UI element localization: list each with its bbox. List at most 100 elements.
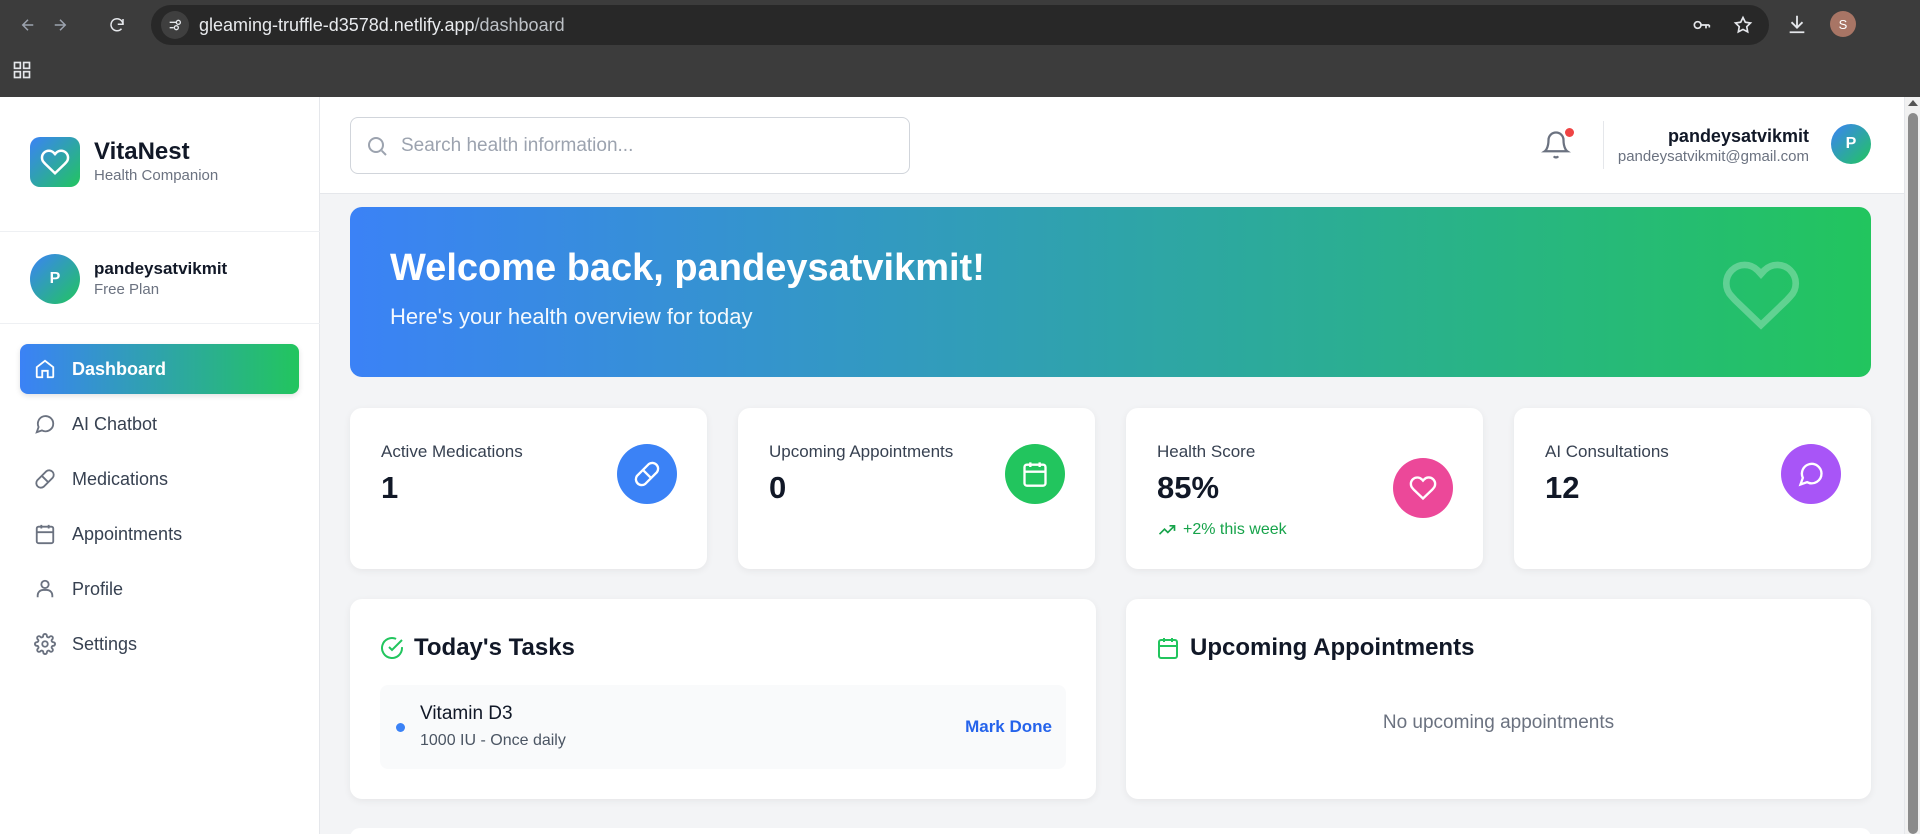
stat-label: Health Score (1157, 442, 1256, 461)
stat-card-health-score[interactable]: Health Score 85% +2% this week (1126, 408, 1483, 569)
sidebar-user-name: pandeysatvikmit (94, 259, 228, 278)
stat-card-active-medications[interactable]: Active Medications 1 (350, 408, 707, 569)
list-item: Vitamin D3 1000 IU - Once daily Mark Don… (380, 685, 1066, 769)
gear-icon (34, 633, 56, 655)
heart-icon (1393, 458, 1453, 518)
pill-icon (35, 469, 55, 489)
sidebar-item-label: AI Chatbot (72, 413, 158, 434)
mark-done-button[interactable]: Mark Done (965, 717, 1052, 737)
top-bar: pandeysatvikmit pandeysatvikmit@gmail.co… (320, 97, 1904, 194)
divider (1603, 121, 1604, 169)
panel-title-text: Today's Tasks (414, 634, 575, 661)
sidebar-item-dashboard[interactable]: Dashboard (20, 344, 299, 394)
stat-label: AI Consultations (1545, 442, 1669, 461)
stat-trend-text: +2% this week (1183, 521, 1287, 538)
task-detail: 1000 IU - Once daily (420, 732, 566, 749)
avatar: P (30, 254, 80, 304)
scrollbar-thumb[interactable] (1908, 113, 1918, 834)
url-path: /dashboard (474, 14, 565, 35)
stat-value: 0 (769, 470, 787, 505)
pill-icon (617, 444, 677, 504)
brand-name: VitaNest (94, 138, 190, 165)
upcoming-appointments-panel: Upcoming Appointments No upcoming appoin… (1126, 599, 1871, 799)
sidebar-item-label: Medications (72, 468, 169, 489)
browser-profile-avatar[interactable]: S (1830, 11, 1856, 37)
scrollbar[interactable] (1904, 97, 1920, 834)
panel-title: Upcoming Appointments (1156, 634, 1474, 662)
stat-value: 12 (1545, 470, 1580, 505)
scroll-up-arrow-icon[interactable] (1908, 100, 1918, 106)
search-box[interactable] (350, 117, 910, 174)
trending-up-icon (1158, 525, 1176, 535)
panel-title-text: Upcoming Appointments (1190, 634, 1475, 661)
forward-button[interactable] (46, 12, 74, 38)
browser-chrome: gleaming-truffle-d3578d.netlify.app/dash… (0, 0, 1920, 97)
task-bullet (396, 723, 405, 732)
stat-trend: +2% this week (1157, 520, 1287, 540)
todays-tasks-panel: Today's Tasks Vitamin D3 1000 IU - Once … (350, 599, 1096, 799)
sidebar-user: P pandeysatvikmit Free Plan (30, 254, 227, 304)
task-name: Vitamin D3 (420, 703, 513, 724)
welcome-subtitle: Here's your health overview for today (390, 304, 753, 329)
reload-icon (110, 18, 124, 32)
sidebar: VitaNest Health Companion P pandeysatvik… (0, 97, 320, 834)
sidebar-item-ai-chatbot[interactable]: AI Chatbot (20, 399, 299, 449)
stat-value: 1 (381, 470, 399, 505)
divider (0, 323, 320, 324)
sidebar-item-appointments[interactable]: Appointments (20, 509, 299, 559)
header-user-name: pandeysatvikmit (1667, 126, 1809, 146)
calendar-icon (35, 524, 55, 545)
stat-card-ai-consultations[interactable]: AI Consultations 12 (1514, 408, 1871, 569)
user-icon (36, 579, 54, 598)
stat-label: Active Medications (381, 442, 523, 461)
sidebar-item-label: Appointments (72, 523, 183, 544)
calendar-icon (1158, 638, 1178, 659)
site-info-icon[interactable] (161, 11, 189, 39)
notifications-button[interactable] (1541, 128, 1574, 160)
sidebar-item-settings[interactable]: Settings (20, 619, 299, 669)
header-user[interactable]: pandeysatvikmit pandeysatvikmit@gmail.co… (1618, 125, 1809, 167)
notification-dot (1565, 128, 1574, 137)
url-text: gleaming-truffle-d3578d.netlify.app/dash… (199, 15, 565, 36)
stat-label: Upcoming Appointments (769, 442, 954, 461)
brand-subtitle: Health Companion (94, 167, 219, 184)
back-button[interactable] (14, 12, 42, 38)
divider (0, 231, 320, 232)
calendar-icon (1005, 444, 1065, 504)
heart-logo-icon (30, 137, 80, 187)
chat-icon (35, 415, 55, 434)
sidebar-item-profile[interactable]: Profile (20, 564, 299, 614)
arrow-left-icon (21, 19, 34, 31)
address-bar[interactable]: gleaming-truffle-d3578d.netlify.app/dash… (151, 5, 1769, 45)
sidebar-item-label: Profile (72, 578, 124, 599)
panel-title: Today's Tasks (380, 634, 575, 662)
welcome-title: Welcome back, pandeysatvikmit! (390, 247, 985, 289)
stat-card-upcoming-appointments[interactable]: Upcoming Appointments 0 (738, 408, 1095, 569)
sidebar-item-label: Settings (72, 633, 138, 654)
next-panel (350, 828, 1871, 834)
bookmark-star-icon[interactable] (1733, 15, 1753, 35)
arrow-right-icon (54, 19, 67, 31)
check-circle-icon (381, 637, 403, 660)
avatar[interactable]: P (1831, 124, 1871, 164)
apps-grid-icon[interactable] (12, 60, 32, 85)
chat-icon (1781, 444, 1841, 504)
home-icon (35, 359, 55, 379)
url-host: gleaming-truffle-d3578d.netlify.app (199, 14, 475, 35)
heart-icon (1722, 261, 1800, 330)
sidebar-item-medications[interactable]: Medications (20, 454, 299, 504)
key-icon[interactable] (1691, 15, 1711, 35)
reload-button[interactable] (103, 12, 131, 38)
empty-state-text: No upcoming appointments (1382, 712, 1615, 733)
header-user-email: pandeysatvikmit@gmail.com (1617, 148, 1809, 165)
search-icon (368, 136, 387, 156)
sidebar-nav: Dashboard AI Chatbot Medications Appoint… (20, 344, 299, 674)
sidebar-item-label: Dashboard (72, 358, 167, 379)
stat-value: 85% (1157, 470, 1220, 505)
search-input[interactable] (401, 134, 881, 157)
sidebar-user-plan: Free Plan (94, 281, 160, 298)
brand[interactable]: VitaNest Health Companion (30, 137, 218, 187)
welcome-banner: Welcome back, pandeysatvikmit! Here's yo… (350, 207, 1871, 377)
download-icon[interactable] (1786, 13, 1808, 35)
app-root: VitaNest Health Companion P pandeysatvik… (0, 97, 1904, 834)
